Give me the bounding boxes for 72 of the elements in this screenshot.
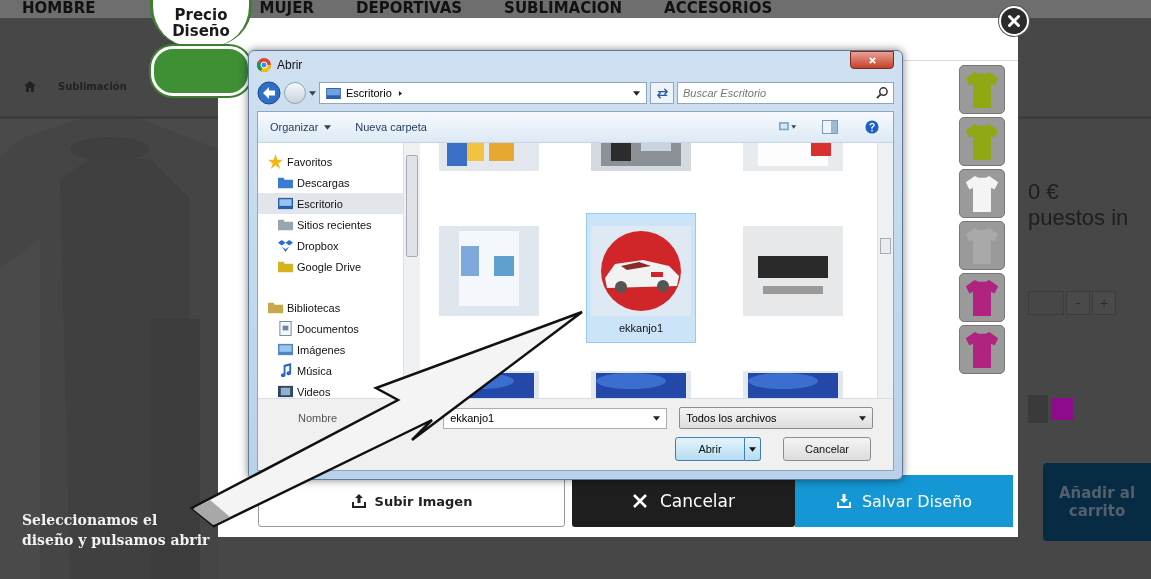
close-icon [1005, 12, 1023, 30]
search-field[interactable]: Buscar Escritorio [677, 82, 894, 104]
nav-link[interactable]: ACCESORIOS [664, 0, 773, 17]
shirt-color-option[interactable] [959, 325, 1005, 374]
new-folder-button[interactable]: Nueva carpeta [355, 121, 427, 133]
monitor-icon [278, 196, 293, 211]
nav-link[interactable]: MUJER [259, 0, 314, 17]
help-icon[interactable] [863, 120, 881, 134]
dialog-title: Abrir [277, 58, 303, 72]
caret-icon [633, 90, 640, 96]
filename-field[interactable]: ekkanjo1 [443, 407, 668, 429]
close-icon [867, 55, 877, 65]
shirt-color-option[interactable] [959, 117, 1005, 166]
tree-item[interactable]: Bibliotecas [268, 297, 403, 318]
close-button[interactable] [850, 51, 894, 69]
back-button[interactable] [257, 81, 281, 105]
cancel-button[interactable]: Cancelar [783, 437, 871, 461]
tree-item[interactable]: Música [268, 360, 403, 381]
refresh-button[interactable] [650, 82, 674, 104]
caret-icon [859, 415, 867, 421]
annotation-text: Seleccionamos el [22, 511, 158, 530]
film-icon [278, 384, 293, 398]
tree-item[interactable]: Documentos [268, 318, 403, 339]
folder-icon [278, 259, 293, 274]
document-icon [278, 321, 293, 336]
search-icon [876, 86, 889, 99]
note-icon [278, 363, 293, 378]
file-item[interactable]: ekkanjo1 [586, 213, 696, 343]
caret-icon [653, 415, 661, 421]
address-bar[interactable]: Escritorio [319, 82, 647, 104]
tree-item[interactable]: Descargas [268, 172, 403, 193]
arrows-icon [655, 86, 669, 100]
shirt-color-option[interactable] [959, 273, 1005, 322]
shirt-color-option[interactable] [959, 65, 1005, 114]
caret-icon[interactable] [309, 90, 316, 96]
folder-icon [278, 175, 293, 190]
upload-icon [350, 493, 367, 509]
preview-pane-icon[interactable] [821, 120, 839, 134]
browser-icon [257, 58, 271, 72]
open-options-button[interactable] [745, 437, 761, 461]
tree-item[interactable]: Favoritos [268, 151, 403, 172]
organize-menu[interactable]: Organizar [270, 121, 332, 133]
download-icon [835, 493, 852, 509]
open-button[interactable]: Abrir [675, 437, 745, 461]
caret-icon [324, 124, 332, 130]
tree-item[interactable]: Videos [268, 381, 403, 398]
monitor-icon [326, 87, 341, 99]
price-badge: Precio Diseño [150, 0, 252, 46]
color-swatch[interactable] [1051, 398, 1073, 420]
tree-item[interactable]: Dropbox [268, 235, 403, 256]
tree-item[interactable]: Sitios recientes [268, 214, 403, 235]
file-name: ekkanjo1 [618, 322, 663, 334]
shirt-color-option[interactable] [959, 221, 1005, 270]
caret-icon [749, 446, 756, 452]
chevron-icon [396, 90, 404, 96]
tree-item[interactable]: Imágenes [268, 339, 403, 360]
folder-icon [278, 217, 293, 232]
filename-label: Nombre [298, 412, 338, 424]
nav-link[interactable]: DEPORTIVAS [355, 0, 463, 17]
folder-icon [268, 300, 283, 315]
star-icon [268, 154, 283, 169]
box-icon [278, 238, 293, 253]
tree-item[interactable]: Google Drive [268, 256, 403, 277]
file-type-dropdown[interactable]: Todos los archivos [679, 407, 874, 429]
shirt-color-option[interactable] [959, 169, 1005, 218]
annotation-text: diseño y pulsamos abrir [22, 531, 210, 550]
nav-link[interactable]: SUBLIMACION [504, 0, 623, 17]
tree-item[interactable]: Escritorio [258, 193, 403, 214]
close-icon [632, 493, 648, 509]
nav-link[interactable]: HOMBRE [22, 0, 96, 17]
scrollbar[interactable] [877, 143, 893, 398]
image-icon [278, 342, 293, 357]
